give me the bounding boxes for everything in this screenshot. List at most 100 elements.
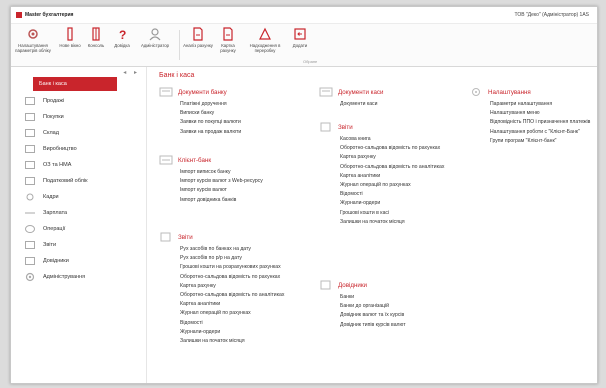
link-report[interactable]: Залишки на початок місяця	[340, 219, 449, 225]
sidebar-item-label: Адміністрування	[43, 274, 86, 280]
link-report[interactable]: Журнал операцій по рахунках	[180, 310, 287, 316]
sidebar-item-operations[interactable]: Операції	[25, 222, 131, 236]
sidebar: ◂ ▸ Банк і каса Продажі Покупки Склад Ви…	[11, 67, 147, 383]
sidebar-item-production[interactable]: Виробництво	[25, 142, 131, 156]
sidebar-item-label: Довідники	[43, 258, 69, 264]
assets-icon	[25, 161, 35, 169]
section-reports-cash: Звіти Касова книга Оборотно-сальдова від…	[319, 122, 449, 228]
link-import-banks[interactable]: Імпорт довідника банків	[180, 197, 287, 203]
reports-icon	[25, 241, 35, 249]
link-report[interactable]: Залишки на початок місяця	[180, 338, 287, 344]
link-report[interactable]: Оборотно-сальдова відомість по рахунках	[340, 145, 449, 151]
link-report[interactable]: Картка рахунку	[340, 154, 449, 160]
window-icon	[67, 27, 73, 41]
processing-receipt-button[interactable]: Надходження в переробку	[245, 27, 285, 63]
section-header[interactable]: Документи банку	[159, 87, 287, 97]
section-title: Звіти	[178, 233, 193, 241]
app-logo	[16, 12, 22, 18]
section-header[interactable]: Звіти	[319, 122, 449, 132]
sidebar-item-fixed-assets[interactable]: ОЗ та НМА	[25, 158, 131, 172]
organization-label[interactable]: ТОВ "Деко" (Адміністратор) 1AS	[515, 12, 589, 18]
link-report[interactable]: Журнали-ордери	[340, 200, 449, 206]
help-button[interactable]: ? Довідка	[109, 27, 135, 63]
sidebar-item-sales[interactable]: Продажі	[25, 94, 131, 108]
section-directories: Довідники Банки Банки до організацій Дов…	[319, 280, 449, 331]
link-rate-types[interactable]: Довідник типів курсів валют	[340, 322, 449, 328]
section-title: Довідники	[338, 281, 368, 289]
link-report[interactable]: Оборотно-сальдова відомість по рахунках	[180, 274, 287, 280]
section-header[interactable]: Клієнт-банк	[159, 155, 287, 165]
sidebar-item-hr[interactable]: Кадри	[25, 190, 131, 204]
link-import-statements[interactable]: Імпорт виписок банку	[180, 169, 287, 175]
section-header[interactable]: Налаштування	[469, 87, 597, 97]
link-report[interactable]: Грошові кошти в касі	[340, 210, 449, 216]
link-report[interactable]: Картка рахунку	[180, 283, 287, 289]
link-client-bank-settings[interactable]: Налаштування роботи с "Клієнт-Банк"	[490, 129, 597, 135]
sidebar-item-reports[interactable]: Звіти	[25, 238, 131, 252]
link-report[interactable]: Рух засобів по р/р на дату	[180, 255, 287, 261]
sidebar-item-salary[interactable]: Зарплата	[25, 206, 131, 220]
link-client-bank-groups[interactable]: Групи програм "Клієнт-банк"	[490, 138, 597, 144]
new-window-button[interactable]: Нове вікно	[57, 27, 83, 63]
link-import-rates-web[interactable]: Імпорт курсів валют з Web-ресурсу	[180, 178, 287, 184]
cash-documents-icon	[319, 87, 333, 97]
link-report[interactable]: Картка аналітики	[340, 173, 449, 179]
section-title: Документи банку	[178, 88, 227, 96]
sidebar-controls[interactable]: ◂ ▸	[123, 69, 140, 76]
link-report[interactable]: Касова книга	[340, 136, 449, 142]
link-currency-purchase-requests[interactable]: Заявки по покупці валюти	[180, 119, 287, 125]
section-header[interactable]: Звіти	[159, 232, 287, 242]
sidebar-item-label: Звіти	[43, 242, 57, 248]
settings-params-label: Налаштування параметрів обліку	[15, 43, 51, 53]
link-currencies[interactable]: Довідник валют та їх курсів	[340, 312, 449, 318]
section-header[interactable]: Довідники	[319, 280, 449, 290]
link-import-rates[interactable]: Імпорт курсів валют	[180, 187, 287, 193]
link-settings-params[interactable]: Параметри налаштування	[490, 101, 597, 107]
sidebar-item-directories[interactable]: Довідники	[25, 254, 131, 268]
console-label: Консоль	[87, 43, 105, 48]
sidebar-item-warehouse[interactable]: Склад	[25, 126, 131, 140]
link-ppo-mapping[interactable]: Відповідність ППО і призначення платежів	[490, 119, 597, 125]
add-button[interactable]: Додати	[285, 27, 315, 63]
section-reports-bank: Звіти Рух засобів по банках на дату Рух …	[159, 232, 287, 347]
link-payment-orders[interactable]: Платіжні доручення	[180, 101, 287, 107]
link-bank-statements[interactable]: Виписки банку	[180, 110, 287, 116]
sidebar-item-bank-cash[interactable]: Банк і каса	[33, 77, 117, 91]
sidebar-item-label: ОЗ та НМА	[43, 162, 72, 168]
settings-params-button[interactable]: Налаштування параметрів обліку	[11, 27, 55, 63]
account-analysis-label: Аналіз рахунку	[183, 43, 213, 48]
section-header[interactable]: Документи каси	[319, 87, 449, 97]
triangle-icon	[259, 27, 271, 40]
link-menu-settings[interactable]: Налаштування меню	[490, 110, 597, 116]
account-card-label: Картка рахунку	[220, 43, 236, 53]
administrator-button[interactable]: Адміністратор	[135, 27, 175, 63]
link-banks[interactable]: Банки	[340, 294, 449, 300]
console-button[interactable]: Консоль	[83, 27, 109, 63]
link-banks-organizations[interactable]: Банки до організацій	[340, 303, 449, 309]
link-report[interactable]: Оборотно-сальдова відомість по аналітика…	[340, 164, 449, 170]
link-report[interactable]: Відомості	[180, 320, 287, 326]
link-report[interactable]: Відомості	[340, 191, 449, 197]
link-currency-sale-requests[interactable]: Заявки на продаж валюти	[180, 129, 287, 135]
sidebar-item-administration[interactable]: Адміністрування	[25, 270, 131, 284]
factory-icon	[25, 145, 35, 153]
link-report[interactable]: Грошові кошти на розрахункових рахунках	[180, 264, 287, 270]
section-title: Звіти	[338, 123, 353, 131]
salary-icon	[25, 209, 35, 217]
account-analysis-button[interactable]: Аналіз рахунку	[183, 27, 213, 63]
sidebar-item-purchases[interactable]: Покупки	[25, 110, 131, 124]
document-icon	[193, 27, 203, 41]
link-report[interactable]: Журнали-ордери	[180, 329, 287, 335]
account-card-button[interactable]: Картка рахунку	[213, 27, 243, 63]
link-report[interactable]: Картка аналітики	[180, 301, 287, 307]
link-cash-documents[interactable]: Документи каси	[340, 101, 449, 107]
page-title: Банк і каса	[159, 72, 195, 79]
reports-icon	[160, 232, 171, 242]
link-report[interactable]: Журнал операцій по рахунках	[340, 182, 449, 188]
reports-icon	[320, 122, 331, 132]
sidebar-item-tax-accounting[interactable]: Податковий облік	[25, 174, 131, 188]
link-report[interactable]: Оборотно-сальдова відомість по аналітика…	[180, 292, 287, 298]
svg-text:?: ?	[119, 28, 126, 41]
link-report[interactable]: Рух засобів по банках на дату	[180, 246, 287, 252]
console-icon	[92, 27, 100, 41]
